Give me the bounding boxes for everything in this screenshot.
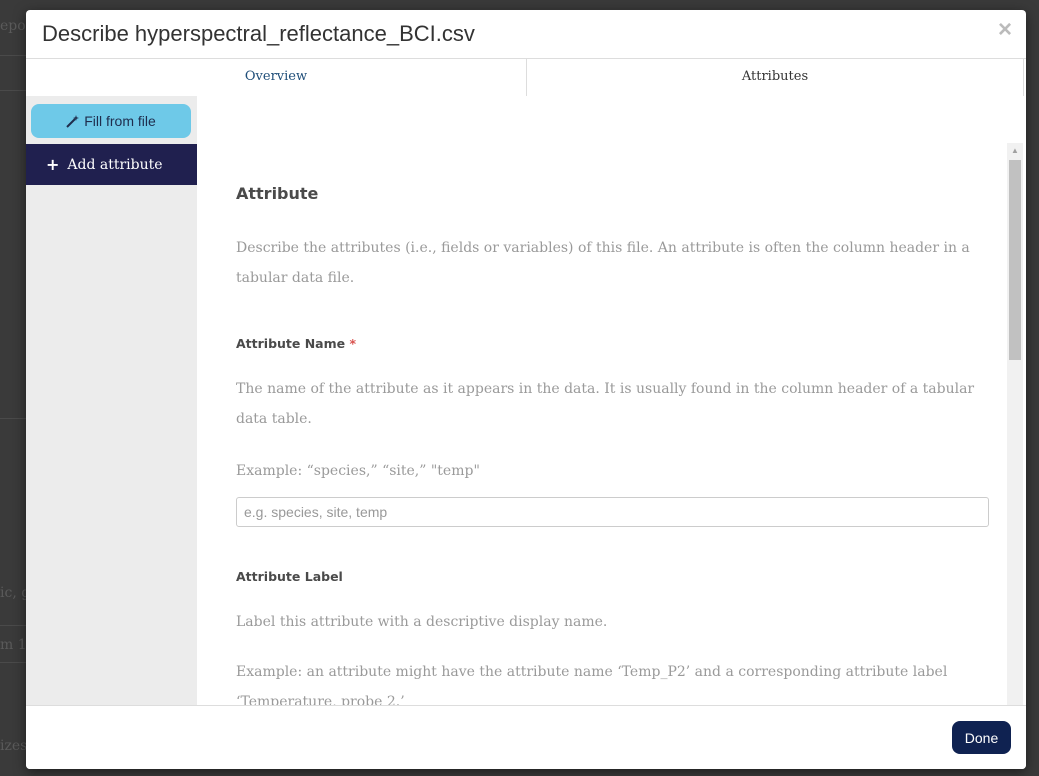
background-divider bbox=[0, 625, 26, 626]
attribute-name-help: The name of the attribute as it appears … bbox=[236, 381, 975, 427]
background-text: m 1 bbox=[0, 637, 27, 653]
attribute-name-example: Example: “species,” “site,” "temp" bbox=[236, 463, 480, 479]
section-description: Describe the attributes (i.e., fields or… bbox=[236, 240, 970, 286]
background-divider bbox=[0, 662, 26, 663]
add-attribute-button[interactable]: + Add attribute bbox=[26, 144, 197, 185]
attribute-name-label-text: Attribute Name bbox=[236, 336, 346, 351]
attribute-sidebar: Fill from file + Add attribute bbox=[26, 96, 197, 705]
done-button[interactable]: Done bbox=[952, 721, 1011, 754]
section-heading: Attribute bbox=[236, 184, 319, 203]
attribute-name-input[interactable] bbox=[236, 497, 989, 527]
scroll-thumb[interactable] bbox=[1009, 160, 1021, 360]
background-divider bbox=[0, 55, 26, 56]
close-button[interactable]: × bbox=[998, 18, 1012, 42]
describe-file-modal: Describe hyperspectral_reflectance_BCI.c… bbox=[26, 10, 1026, 769]
modal-header: Describe hyperspectral_reflectance_BCI.c… bbox=[26, 10, 1026, 58]
content-scrollbar[interactable]: ▲ bbox=[1007, 143, 1023, 705]
modal-title: Describe hyperspectral_reflectance_BCI.c… bbox=[42, 21, 475, 46]
fill-from-file-button[interactable]: Fill from file bbox=[31, 104, 191, 138]
tab-overview[interactable]: Overview bbox=[26, 59, 526, 97]
tab-bar: Overview Attributes bbox=[26, 58, 1026, 97]
attribute-form: Attribute Describe the attributes (i.e.,… bbox=[197, 96, 1026, 705]
background-divider bbox=[0, 418, 26, 419]
background-text: izes bbox=[0, 738, 28, 754]
attribute-name-label: Attribute Name * bbox=[236, 336, 356, 351]
tab-attributes[interactable]: Attributes bbox=[526, 59, 1024, 97]
required-marker: * bbox=[349, 336, 357, 351]
plus-icon: + bbox=[46, 155, 60, 174]
attribute-label-label: Attribute Label bbox=[236, 569, 343, 584]
scroll-up-arrow-icon[interactable]: ▲ bbox=[1007, 143, 1023, 159]
add-attribute-label: Add attribute bbox=[67, 156, 163, 173]
magic-wand-icon bbox=[66, 114, 80, 128]
attribute-label-help: Label this attribute with a descriptive … bbox=[236, 614, 608, 630]
modal-footer: Done bbox=[26, 705, 1026, 769]
background-divider bbox=[0, 90, 26, 91]
fill-from-file-label: Fill from file bbox=[84, 113, 156, 129]
attribute-label-example: Example: an attribute might have the att… bbox=[236, 664, 948, 705]
